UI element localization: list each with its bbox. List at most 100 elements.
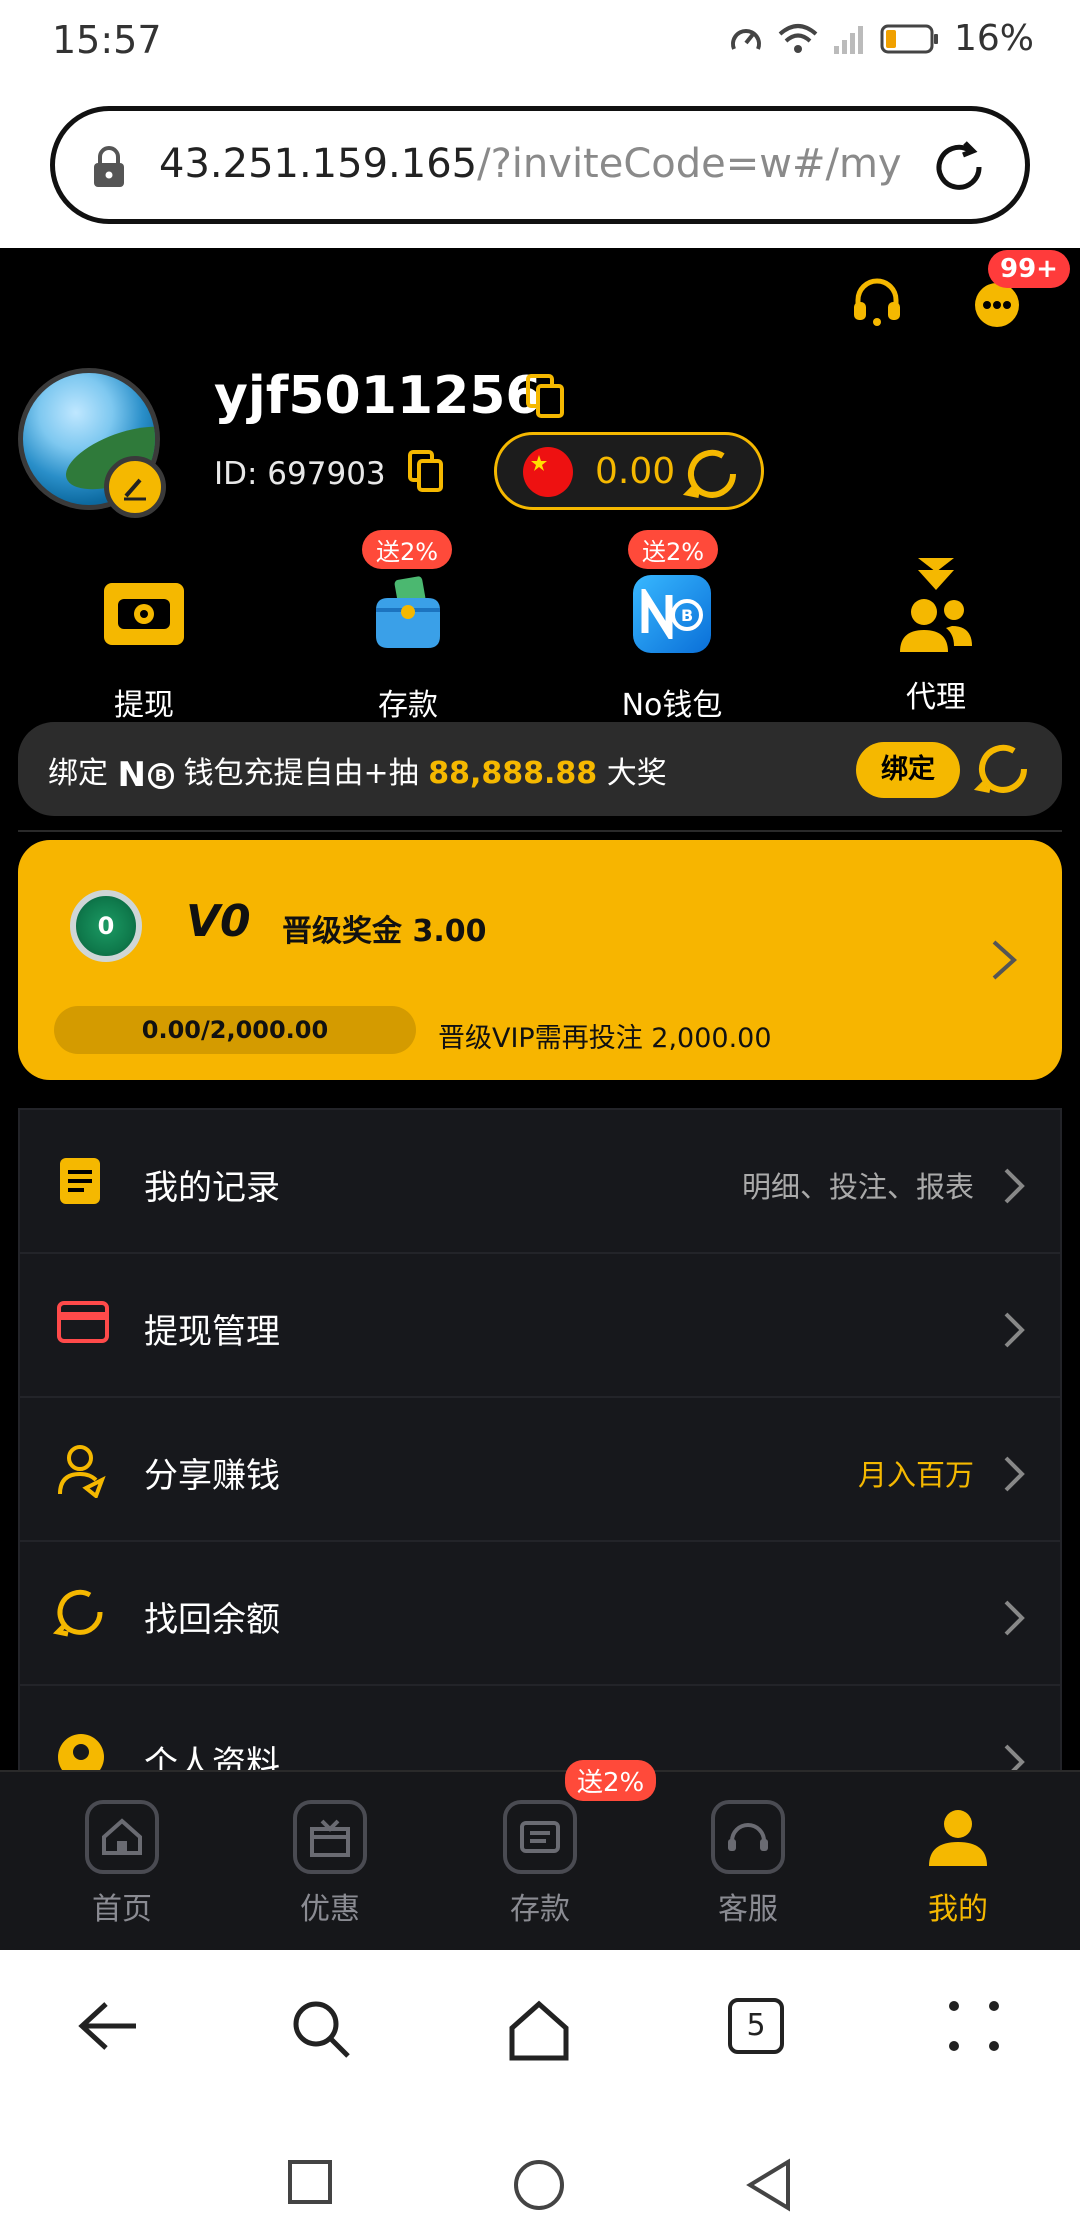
- no-brand-logo: NB: [118, 755, 175, 795]
- agent-people-icon: [900, 599, 972, 652]
- agent-action[interactable]: 代理: [836, 544, 1036, 716]
- menu-item-recover-balance[interactable]: 找回余额: [20, 1542, 1060, 1686]
- chevron-right-icon: [1004, 1456, 1025, 1492]
- status-time: 15:57: [52, 18, 162, 62]
- battery-percent: 16%: [953, 18, 1034, 59]
- back-arrow-icon[interactable]: [76, 1998, 140, 2054]
- menu-item-withdraw-manage[interactable]: 提现管理: [20, 1254, 1060, 1398]
- browser-nav-bar: 5: [0, 1950, 1080, 2100]
- deposit-icon: [520, 1821, 560, 1853]
- menu-item-share[interactable]: 分享赚钱 月入百万: [20, 1398, 1060, 1542]
- copy-id-icon[interactable]: [406, 448, 446, 494]
- withdraw-label: 提现: [114, 688, 174, 723]
- battery-icon: [880, 24, 938, 53]
- tab-service[interactable]: 客服: [668, 1772, 828, 1928]
- tab-label: 我的: [928, 1892, 988, 1927]
- home-icon[interactable]: [506, 1998, 572, 2062]
- records-icon: [60, 1158, 100, 1204]
- chevron-right-icon: [1004, 1168, 1025, 1204]
- balance-amount: 0.00: [595, 451, 676, 492]
- tab-label: 存款: [510, 1892, 570, 1927]
- quick-actions: 提现 送2% 存款 送2% B No钱包 代理: [0, 530, 1080, 723]
- no-wallet-label: No钱包: [621, 688, 723, 723]
- wallet-icon: [376, 576, 440, 648]
- tab-label: 优惠: [300, 1892, 360, 1927]
- no-wallet-icon: B: [633, 575, 711, 653]
- menu-hint: 明细、投注、报表: [741, 1170, 974, 1204]
- bind-suffix: 大奖: [606, 756, 667, 791]
- divider: [18, 830, 1062, 832]
- search-icon[interactable]: [290, 1998, 354, 2062]
- copy-icon[interactable]: [524, 372, 566, 420]
- vip-card[interactable]: 0 V0 晋级奖金 3.00 0.00/2,000.00 晋级VIP需再投注 2…: [18, 840, 1062, 1080]
- back-triangle-icon[interactable]: [744, 2158, 794, 2212]
- deposit-action[interactable]: 送2% 存款: [308, 530, 508, 724]
- home-circle-icon[interactable]: [512, 2158, 566, 2212]
- vip-level: V0: [186, 896, 251, 947]
- wallet-bonus-badge: 送2%: [628, 530, 719, 569]
- menu-label: 我的记录: [144, 1168, 280, 1208]
- menu-hint: 月入百万: [857, 1458, 974, 1492]
- deposit-bonus-badge: 送2%: [362, 530, 453, 569]
- app-my-page: 99+ yjf5011256 ID: 697903 0.00 提现 送2% 存款…: [0, 248, 1080, 1950]
- lock-icon: [94, 146, 124, 187]
- url-text[interactable]: 43.251.159.165/?inviteCode=w#/my: [159, 141, 902, 187]
- balance-pill: 0.00: [494, 432, 764, 510]
- gift-icon: [310, 1819, 350, 1857]
- svg-text:B: B: [681, 606, 693, 625]
- recents-icon[interactable]: [286, 2158, 334, 2206]
- tab-label: 客服: [718, 1892, 778, 1927]
- tab-label: 首页: [92, 1892, 152, 1927]
- status-bar: 15:57 16%: [0, 0, 1080, 86]
- bind-prefix: 绑定: [48, 756, 108, 791]
- signal-icon: [833, 25, 863, 54]
- speed-icon: [731, 28, 761, 50]
- user-id: ID: 697903: [214, 456, 386, 492]
- chevron-right-icon: [1004, 1312, 1025, 1348]
- bottom-tab-bar: 送2% 首页 优惠 存款 客服 我的: [0, 1760, 1080, 1950]
- reload-icon[interactable]: [929, 137, 989, 197]
- home-icon: [102, 1818, 142, 1855]
- tab-promotions[interactable]: 优惠: [250, 1772, 410, 1928]
- refresh-balance-icon[interactable]: [679, 441, 745, 507]
- no-wallet-action[interactable]: 送2% B No钱包: [572, 530, 772, 724]
- cash-icon: [104, 583, 184, 645]
- chevron-down-marker-icon: [918, 558, 954, 590]
- wifi-icon: [778, 23, 818, 53]
- menu-item-records[interactable]: 我的记录 明细、投注、报表: [20, 1110, 1060, 1254]
- more-menu-icon[interactable]: [946, 1998, 1002, 2054]
- username: yjf5011256: [214, 366, 542, 426]
- bind-text: 钱包充提自由+抽: [183, 756, 419, 791]
- bind-wallet-banner[interactable]: 绑定 NB 钱包充提自由+抽 88,888.88 大奖 绑定: [18, 722, 1062, 816]
- agent-label: 代理: [906, 680, 966, 715]
- menu-label: 分享赚钱: [144, 1456, 280, 1496]
- chevron-right-icon: [992, 940, 1017, 980]
- notification-badge: 99+: [988, 250, 1070, 288]
- user-icon: [929, 1810, 987, 1866]
- pencil-icon: [124, 478, 146, 501]
- vip-requirement: 晋级VIP需再投注 2,000.00: [438, 1023, 772, 1054]
- tabs-button[interactable]: 5: [728, 1998, 784, 2054]
- refresh-icon: [52, 1589, 103, 1637]
- tab-deposit[interactable]: 存款: [460, 1772, 620, 1928]
- tab-my[interactable]: 我的: [878, 1772, 1038, 1928]
- chevron-right-icon: [1004, 1600, 1025, 1636]
- tab-home[interactable]: 首页: [42, 1772, 202, 1928]
- edit-avatar-button[interactable]: [104, 456, 166, 518]
- menu-label: 找回余额: [144, 1600, 280, 1640]
- withdraw-action[interactable]: 提现: [44, 544, 244, 724]
- browser-toolbar: 43.251.159.165/?inviteCode=w#/my: [0, 86, 1080, 248]
- menu-list: 我的记录 明细、投注、报表 提现管理 分享赚钱 月入百万 找回余额 个人资料: [18, 1108, 1062, 1832]
- address-bar[interactable]: 43.251.159.165/?inviteCode=w#/my: [50, 106, 1030, 224]
- vip-medal-icon: 0: [70, 890, 142, 962]
- menu-label: 提现管理: [144, 1312, 280, 1352]
- bind-amount: 88,888.88: [428, 756, 598, 791]
- customer-service-icon[interactable]: [850, 276, 904, 326]
- bind-button[interactable]: 绑定: [856, 742, 960, 798]
- refresh-icon[interactable]: [970, 736, 1036, 802]
- card-icon: [57, 1301, 109, 1343]
- vip-upgrade-bonus: 晋级奖金 3.00: [282, 914, 487, 949]
- url-path: /?inviteCode=w#/my: [477, 141, 902, 187]
- china-flag-icon: [523, 447, 573, 497]
- url-host: 43.251.159.165: [159, 141, 478, 187]
